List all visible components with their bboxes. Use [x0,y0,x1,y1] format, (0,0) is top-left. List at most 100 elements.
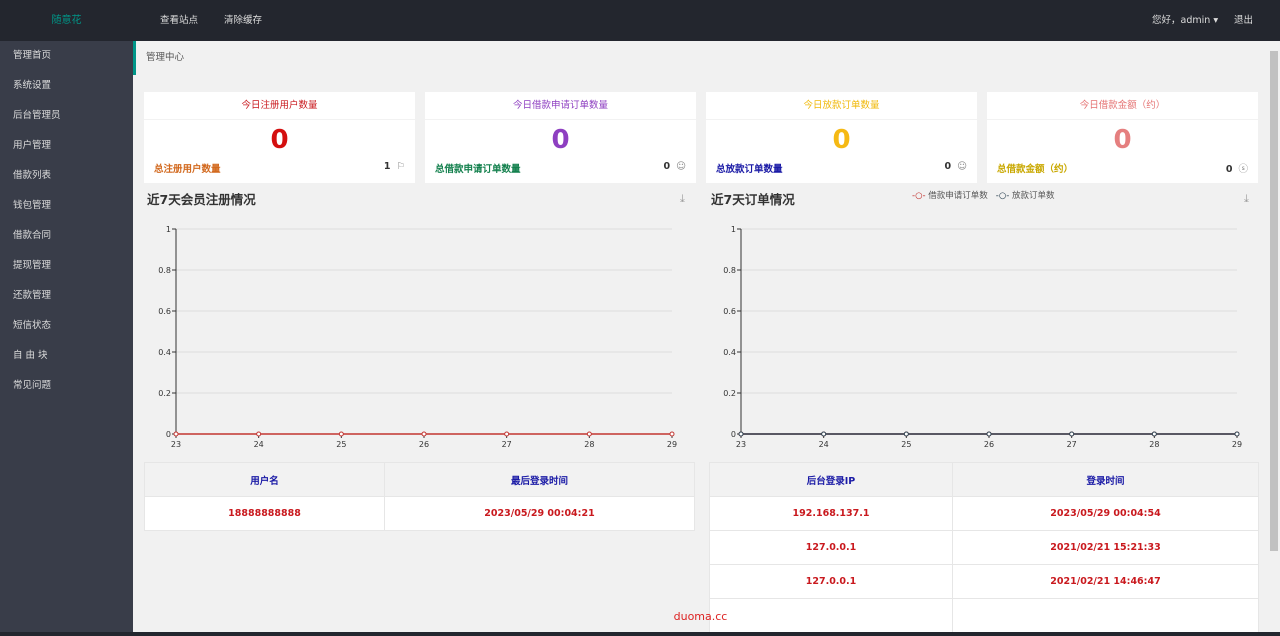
card-total-label: 总借款申请订单数量 [435,164,521,175]
stat-card: 今日借款金额（约） 0 总借款金额（约） 0 ⓢ [987,92,1258,183]
x-tick-label: 26 [419,440,429,449]
data-point [1069,431,1075,437]
logo[interactable]: 随意花 [0,0,133,41]
smile-icon: ☺ [676,161,686,172]
time-cell: 2021/02/21 15:21:33 [952,530,1259,565]
sidebar-item[interactable]: 还款管理 [0,281,133,311]
card-title: 今日借款申请订单数量 [425,92,696,120]
scrollbar-thumb[interactable] [1270,51,1278,551]
card-value: 0 [270,125,289,155]
user-menu[interactable]: 您好，admin ▾ [1152,0,1218,41]
scrollbar[interactable] [1268,41,1280,632]
x-tick-label: 24 [819,440,829,449]
card-total-label: 总借款金额（约） [997,164,1074,175]
card-value: 0 [832,125,851,155]
view-site-link[interactable]: 查看站点 [160,0,198,41]
sidebar: 管理首页 系统设置 后台管理员 用户管理 借款列表 钱包管理 借款合同 提现管理 还款管理 短信状… [0,41,133,636]
x-tick-label: 23 [171,440,181,449]
data-point [1151,431,1157,437]
data-point [1234,431,1240,437]
column-header: 最后登录时间 [384,462,695,497]
footer: duoma.cc [673,610,728,623]
chart-title-orders: 近7天订单情况 [711,192,795,207]
chart-legend: -○- 借款申请订单数 -○- 放款订单数 [912,189,1055,201]
data-point [738,431,744,437]
card-total-value: 1 [383,161,391,172]
y-tick-label: 0.6 [723,307,736,316]
chart-title-registrations: 近7天会员注册情况 [147,192,256,207]
download-icon[interactable]: ⤓ [680,192,685,206]
y-tick-label: 0.2 [723,389,736,398]
x-tick-label: 25 [901,440,911,449]
y-tick-label: 0.8 [158,266,171,275]
username-cell: 18888888888 [144,496,385,531]
data-point [173,431,179,437]
sidebar-item[interactable]: 提现管理 [0,251,133,281]
data-point [669,431,675,437]
sidebar-item[interactable]: 后台管理员 [0,101,133,131]
ip-cell: 192.168.137.1 [709,496,953,531]
dollar-icon: ⓢ [1238,164,1248,175]
data-point [338,431,344,437]
download-icon[interactable]: ⤓ [1244,192,1249,206]
x-tick-label: 23 [736,440,746,449]
sidebar-item[interactable]: 短信状态 [0,311,133,341]
card-total-value: 0 [944,161,952,172]
legend-item[interactable]: -○- 放款订单数 [996,189,1055,201]
data-point [903,431,909,437]
legend-item[interactable]: -○- 借款申请订单数 [912,189,988,201]
smile-icon: ☺ [957,161,967,172]
x-tick-label: 25 [336,440,346,449]
card-total-label: 总注册用户数量 [154,164,221,175]
y-tick-label: 1 [166,225,171,234]
column-header: 后台登录IP [709,462,953,497]
time-cell: 2023/05/29 00:04:21 [384,496,695,531]
y-tick-label: 1 [731,225,736,234]
card-title: 今日放款订单数量 [706,92,977,120]
logout-link[interactable]: 退出 [1234,0,1253,41]
table-row: 127.0.0.1 2021/02/21 15:21:33 [709,530,1259,565]
card-total-value: 0 [1225,164,1233,175]
y-tick-label: 0.8 [723,266,736,275]
time-cell: 2023/05/29 00:04:54 [952,496,1259,531]
column-header: 登录时间 [952,462,1259,497]
x-tick-label: 28 [584,440,594,449]
y-tick-label: 0.4 [158,348,171,357]
greeting: 您好，admin [1152,15,1211,26]
card-title: 今日注册用户数量 [144,92,415,120]
data-point [256,431,262,437]
data-point [986,431,992,437]
sidebar-item[interactable]: 钱包管理 [0,191,133,221]
card-total-value: 0 [663,161,671,172]
table-row: 18888888888 2023/05/29 00:04:21 [144,496,695,531]
x-tick-label: 28 [1149,440,1159,449]
sidebar-item[interactable]: 借款列表 [0,161,133,191]
card-value: 0 [551,125,570,155]
flag-icon: ⚐ [396,161,405,172]
sidebar-item[interactable]: 用户管理 [0,131,133,161]
y-tick-label: 0.6 [158,307,171,316]
x-tick-label: 27 [502,440,512,449]
column-header: 用户名 [144,462,385,497]
data-point [821,431,827,437]
sidebar-item[interactable]: 自 由 块 [0,341,133,371]
data-point [586,431,592,437]
y-tick-label: 0.4 [723,348,736,357]
x-tick-label: 29 [1232,440,1242,449]
card-value: 0 [1113,125,1132,155]
stat-card: 今日放款订单数量 0 总放款订单数量 0 ☺ [706,92,977,183]
sidebar-item[interactable]: 管理首页 [0,41,133,71]
sidebar-item[interactable]: 常见问题 [0,371,133,401]
data-point [421,431,427,437]
x-tick-label: 24 [254,440,264,449]
y-tick-label: 0.2 [158,389,171,398]
x-tick-label: 29 [667,440,677,449]
table-row: 127.0.0.1 2021/02/21 14:46:47 [709,564,1259,599]
sidebar-item[interactable]: 借款合同 [0,221,133,251]
x-tick-label: 27 [1067,440,1077,449]
sidebar-item[interactable]: 系统设置 [0,71,133,101]
clear-cache-link[interactable]: 清除缓存 [224,0,262,41]
card-total-label: 总放款订单数量 [716,164,783,175]
bottom-bar [0,632,1280,636]
registration-chart: 0 0.2 0.4 0.6 0.8 1 23 24 25 26 27 28 29 [158,225,677,449]
